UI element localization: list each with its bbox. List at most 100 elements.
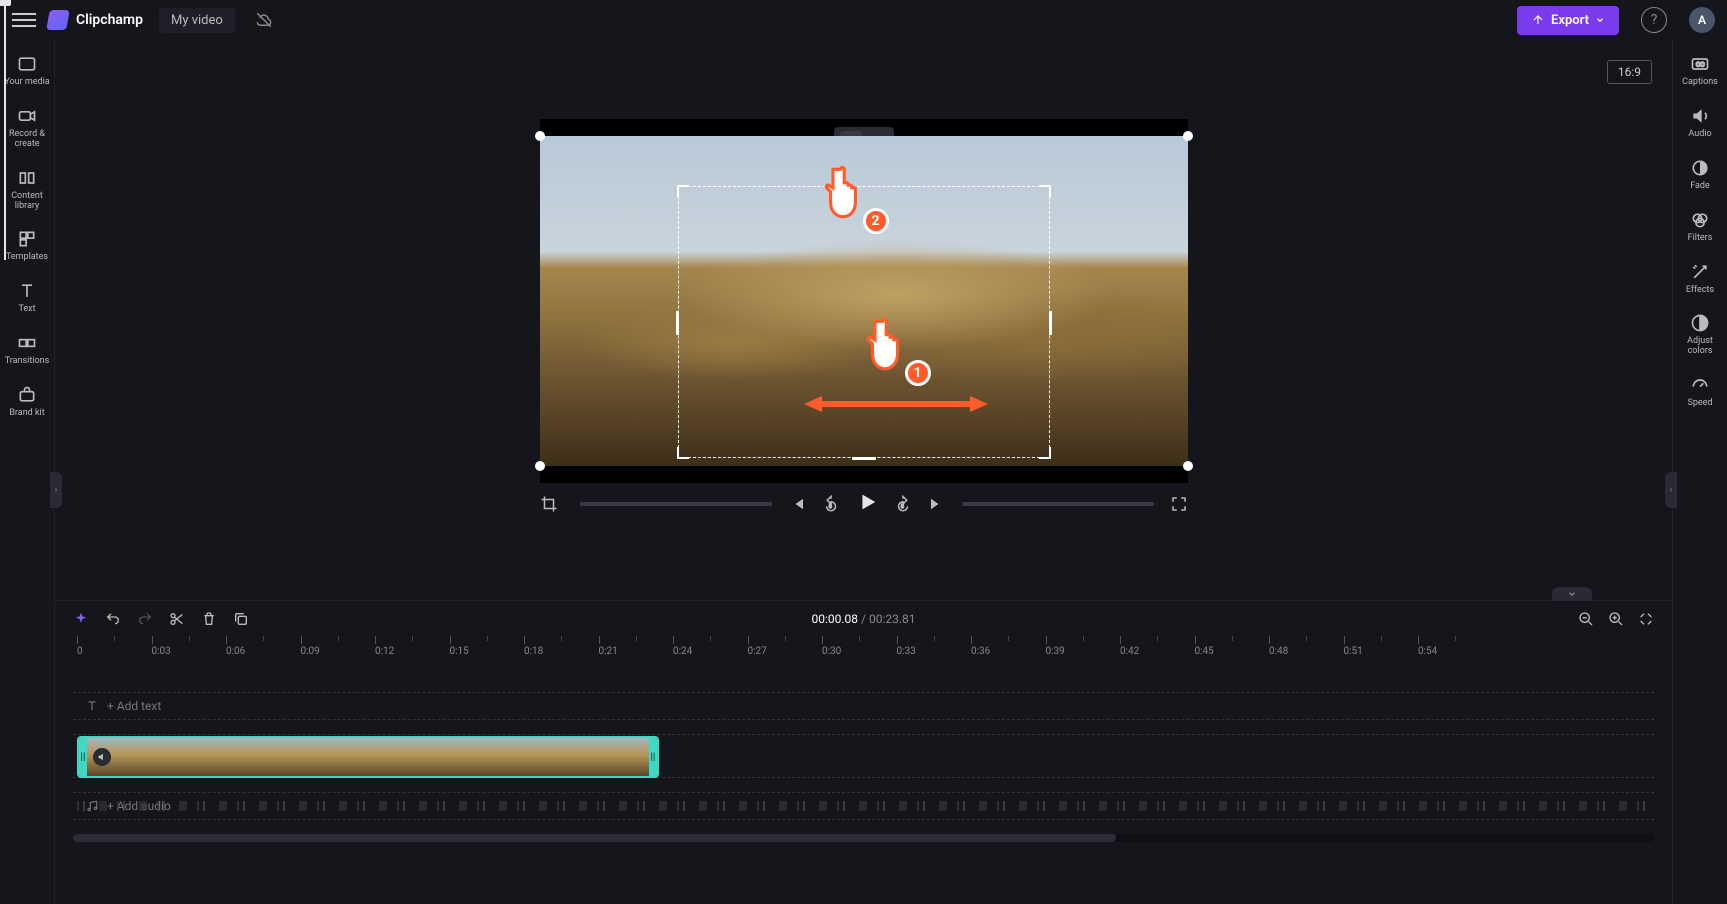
sidebar-item-templates[interactable]: Templates [4,229,50,263]
timeline: 00:030:060:090:120:150:180:210:240:270:3… [55,636,1672,904]
clipchamp-logo-icon [46,10,70,30]
crop-corner-bl[interactable] [677,447,689,459]
ruler-tick: 0:18 [524,636,543,657]
ruler-tick: 0:06 [226,636,245,657]
help-button[interactable]: ? [1641,7,1667,33]
crop-side-left[interactable] [676,311,679,335]
sidebar-item-captions[interactable]: CC Captions [1680,54,1720,88]
crop-side-right[interactable] [1049,311,1052,335]
aspect-ratio-button[interactable]: 16:9 [1607,60,1652,84]
sidebar-item-record-create[interactable]: Record & create [0,106,54,150]
svg-text:CC: CC [1696,61,1705,69]
speaker-icon [97,752,107,762]
scrub-bar-left[interactable] [580,502,772,506]
sidebar-item-your-media[interactable]: Your media [2,54,51,88]
app-header: Clipchamp My video Export ? A [0,0,1727,40]
ruler-tick: 0:54 [1418,636,1437,657]
audio-track[interactable]: + Add audio [73,792,1654,820]
menu-button[interactable] [12,8,36,32]
ruler-tick: 0:30 [822,636,841,657]
wand-icon [1690,262,1710,282]
video-content: 2 1 [540,136,1188,466]
ruler-tick: 0:39 [1046,636,1065,657]
preview-area: 16:9 [55,40,1672,600]
crop-tool-button[interactable] [540,495,558,513]
templates-icon [17,229,37,249]
sidebar-item-fade[interactable]: Fade [1688,158,1712,192]
briefcase-icon [17,385,37,405]
duplicate-button[interactable] [233,611,249,627]
audio-waveform [77,801,1650,811]
skip-end-button[interactable] [928,495,946,513]
scrub-bar-right[interactable] [962,502,1154,506]
right-sidebar: CC Captions Audio Fade Filters Effects A… [1672,40,1727,904]
library-icon [17,168,37,188]
gauge-icon [1690,375,1710,395]
delete-button[interactable] [201,611,217,627]
sidebar-item-speed[interactable]: Speed [1685,375,1714,409]
sidebar-item-audio[interactable]: Audio [1686,106,1713,140]
zoom-out-button[interactable] [1578,611,1594,627]
captions-icon: CC [1690,54,1710,74]
clip-handle-left[interactable]: || [79,738,87,776]
zoom-fit-button[interactable] [1638,611,1654,627]
play-button[interactable] [856,491,878,517]
forward-5s-button[interactable]: 5 [894,495,912,513]
clip-audio-toggle[interactable] [93,748,111,766]
right-rail-expand[interactable]: ‹ [1665,472,1677,508]
resize-handle-tr[interactable] [1183,131,1193,141]
clip-handle-right[interactable]: || [649,738,657,776]
project-name-input[interactable]: My video [159,8,235,33]
redo-button[interactable] [137,611,153,627]
video-track[interactable]: || || [73,734,1654,778]
crop-corner-tl[interactable] [677,185,689,197]
sidebar-item-content-library[interactable]: Content library [0,168,54,212]
contrast-icon [1690,313,1710,333]
fade-icon [1690,158,1710,178]
skip-start-button[interactable] [788,495,806,513]
left-sidebar: Your media Record & create Content libra… [0,40,55,904]
resize-handle-tl[interactable] [535,131,545,141]
timeline-ruler[interactable]: 00:030:060:090:120:150:180:210:240:270:3… [73,636,1654,662]
export-button[interactable]: Export [1517,6,1619,35]
rewind-5s-button[interactable]: 5 [822,495,840,513]
resize-handle-bl[interactable] [535,461,545,471]
split-button[interactable] [169,611,185,627]
text-track[interactable]: + Add text [73,692,1654,720]
ruler-tick: 0:15 [450,636,469,657]
sidebar-item-transitions[interactable]: Transitions [3,333,52,367]
sidebar-item-text[interactable]: Text [15,281,39,315]
ruler-tick: 0:27 [748,636,767,657]
export-label: Export [1551,13,1589,28]
zoom-in-button[interactable] [1608,611,1624,627]
crop-corner-tr[interactable] [1039,185,1051,197]
ruler-tick: 0:09 [301,636,320,657]
ruler-tick: 0:51 [1344,636,1363,657]
annotation-hand-1: 1 [865,316,915,378]
sidebar-item-brand-kit[interactable]: Brand kit [7,385,46,419]
timeline-collapse-tab[interactable] [1552,587,1592,601]
crop-side-bottom[interactable] [852,457,876,460]
upload-icon [1531,13,1545,27]
sidebar-item-effects[interactable]: Effects [1684,262,1716,296]
ai-tool-button[interactable] [73,611,89,627]
timecode-display: 00:00.08 / 00:23.81 [812,612,916,626]
app-logo[interactable]: Clipchamp [48,10,143,30]
video-canvas[interactable]: 2 1 [540,119,1188,483]
double-arrow-icon [804,394,988,414]
filters-icon [1690,210,1710,230]
sidebar-item-filters[interactable]: Filters [1686,210,1715,244]
timeline-scrollbar[interactable] [73,834,1654,842]
undo-button[interactable] [105,611,121,627]
scrollbar-thumb[interactable] [73,834,1116,842]
resize-handle-br[interactable] [1183,461,1193,471]
fullscreen-button[interactable] [1170,495,1188,513]
svg-text:5: 5 [900,504,903,510]
ruler-tick: 0:42 [1120,636,1139,657]
chevron-down-icon [1595,15,1605,25]
sidebar-item-adjust-colors[interactable]: Adjust colors [1673,313,1727,357]
app-name: Clipchamp [76,12,143,28]
user-avatar[interactable]: A [1689,7,1715,33]
video-clip[interactable]: || || [77,736,659,778]
crop-corner-br[interactable] [1039,447,1051,459]
